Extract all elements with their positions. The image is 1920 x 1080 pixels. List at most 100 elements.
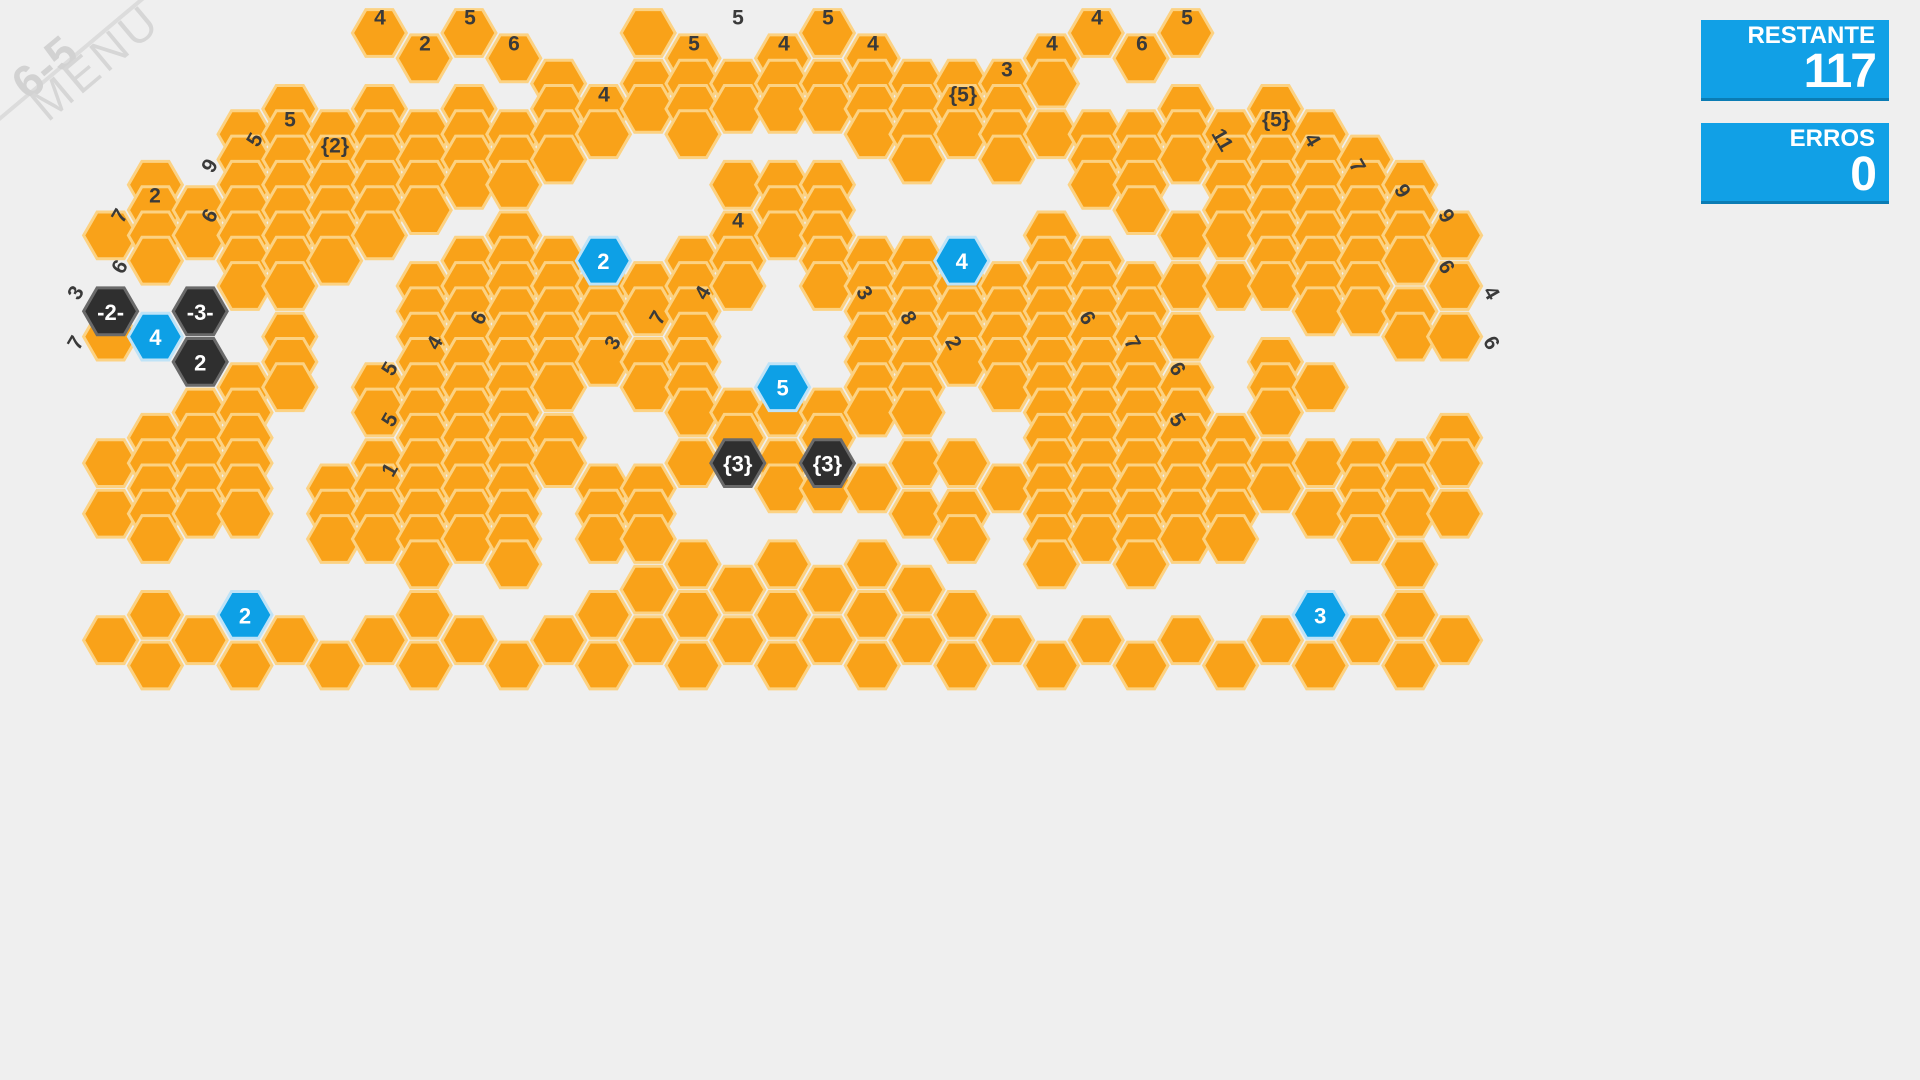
line-clue[interactable]: 3	[1001, 59, 1013, 82]
hex-cell-unrevealed[interactable]	[1201, 640, 1260, 691]
hex-cell-unrevealed[interactable]	[126, 640, 185, 691]
hex-cell-unrevealed[interactable]	[574, 109, 633, 160]
hex-cell-unrevealed[interactable]	[574, 590, 633, 640]
hex-cell-dark[interactable]: 2	[171, 337, 229, 387]
hex-cell-unrevealed[interactable]	[1381, 640, 1439, 691]
hex-cell-unrevealed[interactable]	[619, 615, 677, 666]
hex-cell-unrevealed[interactable]	[664, 539, 722, 590]
line-clue[interactable]: 4	[732, 210, 744, 233]
line-clue[interactable]: 5	[284, 109, 296, 132]
line-clue[interactable]: 5	[688, 33, 700, 56]
line-clue[interactable]: {2}	[321, 135, 349, 158]
line-clue[interactable]: 2	[419, 33, 431, 56]
hex-cell-unrevealed[interactable]	[1112, 185, 1170, 235]
hex-cell-blue[interactable]: 4	[933, 235, 991, 286]
hex-cell-unrevealed[interactable]	[171, 615, 229, 666]
hex-cell-unrevealed[interactable]	[1112, 539, 1170, 590]
hex-cell-unrevealed[interactable]	[440, 615, 498, 666]
hex-cell-dark[interactable]: {3}	[709, 438, 767, 488]
hex-cell-unrevealed[interactable]	[485, 539, 543, 590]
hex-cell-unrevealed[interactable]	[1291, 362, 1349, 413]
hex-cell-unrevealed[interactable]	[261, 261, 319, 311]
hex-cell-unrevealed[interactable]	[619, 564, 677, 615]
hex-cell-unrevealed[interactable]	[933, 514, 991, 564]
hex-cell-dark[interactable]: -2-	[81, 286, 140, 337]
hex-cell-unrevealed[interactable]	[933, 590, 991, 640]
hex-cell-unrevealed[interactable]	[709, 615, 767, 666]
hex-cell-unrevealed[interactable]	[1336, 615, 1394, 666]
hex-cell-unrevealed[interactable]	[305, 235, 364, 286]
hex-cell-dark[interactable]: {3}	[798, 438, 857, 488]
hex-cell-unrevealed[interactable]	[126, 235, 185, 286]
hex-cell-unrevealed[interactable]	[485, 640, 543, 691]
hex-cell-unrevealed[interactable]	[664, 640, 722, 691]
hex-cell-unrevealed[interactable]	[1425, 488, 1484, 539]
hex-cell-unrevealed[interactable]	[216, 640, 274, 691]
hex-cell-unrevealed[interactable]	[1381, 539, 1439, 590]
hex-cell-unrevealed[interactable]	[888, 615, 946, 666]
hex-cell-unrevealed[interactable]	[709, 261, 767, 311]
hex-cell-unrevealed[interactable]	[1246, 463, 1305, 514]
hex-cell-unrevealed[interactable]	[1381, 235, 1439, 286]
hex-cell-unrevealed[interactable]	[126, 590, 185, 640]
hex-cell-unrevealed[interactable]	[664, 590, 722, 640]
hex-cell-unrevealed[interactable]	[216, 488, 274, 539]
hex-cell-unrevealed[interactable]	[574, 640, 633, 691]
hex-cell-unrevealed[interactable]	[619, 8, 677, 58]
hex-cell-unrevealed[interactable]	[305, 640, 364, 691]
hex-cell-unrevealed[interactable]	[798, 615, 857, 666]
line-clue[interactable]: 4	[598, 84, 610, 107]
hex-cell-unrevealed[interactable]	[395, 539, 453, 590]
line-clue[interactable]: {5}	[949, 84, 977, 107]
hex-cell-unrevealed[interactable]	[619, 514, 677, 564]
hex-cell-unrevealed[interactable]	[1157, 311, 1215, 362]
hex-cell-unrevealed[interactable]	[843, 640, 901, 691]
line-clue[interactable]: 4	[867, 33, 879, 56]
hex-cell-unrevealed[interactable]	[977, 615, 1036, 666]
line-clue[interactable]: 6	[508, 33, 520, 56]
line-clue[interactable]: 4	[1091, 7, 1103, 30]
line-clue[interactable]: 4	[778, 33, 790, 56]
hex-cell-unrevealed[interactable]	[529, 362, 588, 413]
hex-cell-dark[interactable]: -3-	[171, 286, 229, 337]
line-clue[interactable]: 4	[1046, 33, 1058, 56]
hex-cell-unrevealed[interactable]	[529, 134, 588, 185]
hex-cell-blue[interactable]: 2	[574, 235, 633, 286]
hex-cell-unrevealed[interactable]	[350, 615, 409, 666]
hex-cell-unrevealed[interactable]	[81, 615, 140, 666]
hex-cell-unrevealed[interactable]	[261, 615, 319, 666]
hex-cell-unrevealed[interactable]	[753, 640, 812, 691]
hex-cell-unrevealed[interactable]	[664, 109, 722, 160]
hex-cell-unrevealed[interactable]	[1022, 58, 1081, 109]
hex-cell-unrevealed[interactable]	[395, 640, 453, 691]
hex-cell-unrevealed[interactable]	[126, 514, 185, 564]
hex-cell-unrevealed[interactable]	[753, 539, 812, 590]
hex-cell-unrevealed[interactable]	[1425, 438, 1484, 488]
line-clue[interactable]: {5}	[1262, 109, 1290, 132]
hex-cell-unrevealed[interactable]	[933, 640, 991, 691]
line-clue[interactable]: 5	[822, 7, 834, 30]
hex-cell-unrevealed[interactable]	[843, 539, 901, 590]
hex-cell-unrevealed[interactable]	[1201, 514, 1260, 564]
hex-cell-unrevealed[interactable]	[753, 590, 812, 640]
hex-cell-unrevealed[interactable]	[1067, 615, 1125, 666]
hex-cell-blue[interactable]: 4	[126, 311, 185, 362]
hex-cell-unrevealed[interactable]	[1425, 311, 1484, 362]
hex-cell-unrevealed[interactable]	[485, 159, 543, 210]
hex-cell-unrevealed[interactable]	[1157, 615, 1215, 666]
hex-cell-unrevealed[interactable]	[933, 438, 991, 488]
hex-cell-unrevealed[interactable]	[261, 362, 319, 413]
hex-cell-unrevealed[interactable]	[1381, 590, 1439, 640]
line-clue[interactable]: 2	[149, 185, 161, 208]
hex-cell-unrevealed[interactable]	[843, 463, 901, 514]
hex-cell-unrevealed[interactable]	[1291, 640, 1349, 691]
hex-cell-unrevealed[interactable]	[395, 185, 453, 235]
hex-cell-blue[interactable]: 5	[753, 362, 812, 413]
hex-cell-unrevealed[interactable]	[709, 564, 767, 615]
hex-cell-unrevealed[interactable]	[1336, 514, 1394, 564]
hex-cell-unrevealed[interactable]	[888, 134, 946, 185]
hex-cell-unrevealed[interactable]	[529, 615, 588, 666]
hex-cell-unrevealed[interactable]	[1022, 539, 1081, 590]
line-clue[interactable]: 5	[732, 7, 744, 30]
hex-cell-unrevealed[interactable]	[1022, 640, 1081, 691]
